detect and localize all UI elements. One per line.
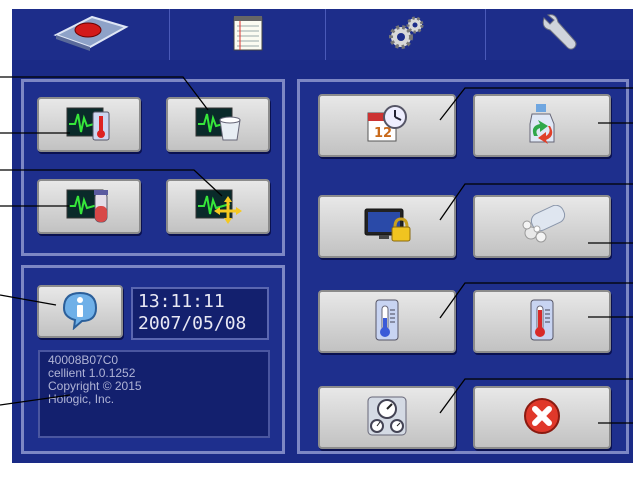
callout-lines xyxy=(0,76,633,424)
